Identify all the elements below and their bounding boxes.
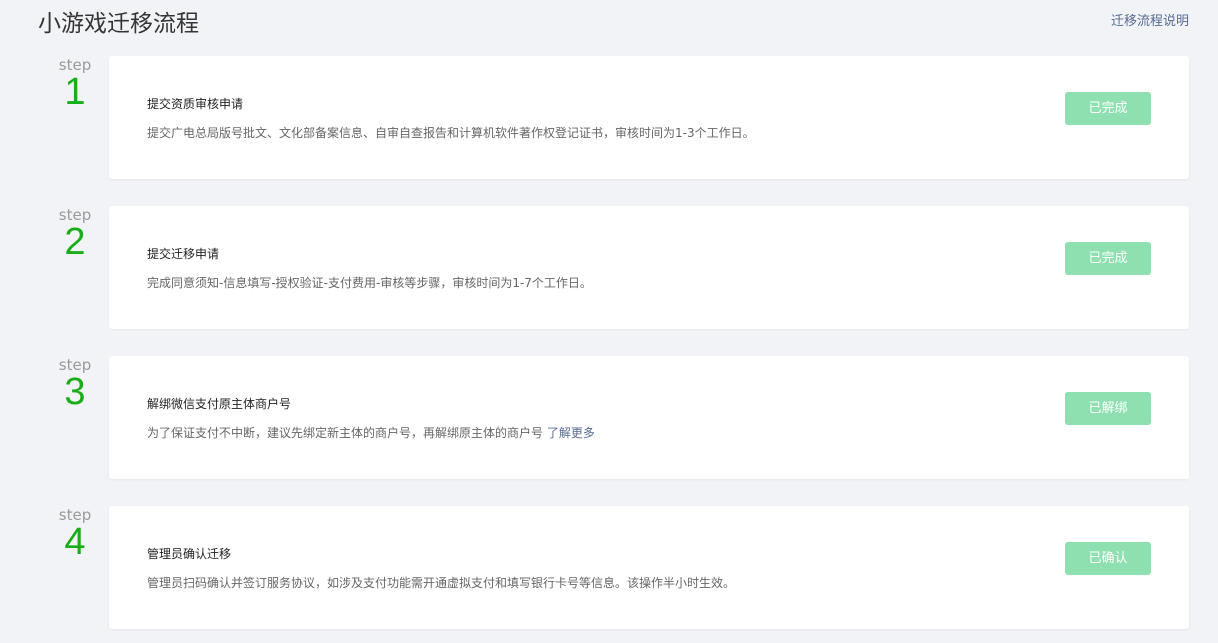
step-description: 管理员扫码确认并签订服务协议，如涉及支付功能需开通虚拟支付和填写银行卡号等信息。… [147, 575, 735, 591]
step-description: 为了保证支付不中断，建议先绑定新主体的商户号，再解绑原主体的商户号 了解更多 [147, 425, 595, 441]
step-row-1: step 1 提交资质审核申请 提交广电总局版号批文、文化部备案信息、自审自查报… [0, 56, 1218, 180]
learn-more-link[interactable]: 了解更多 [547, 426, 595, 440]
status-button[interactable]: 已确认 [1065, 542, 1151, 575]
step-row-2: step 2 提交迁移申请 完成同意须知-信息填写-授权验证-支付费用-审核等步… [0, 206, 1218, 330]
step-title: 提交资质审核申请 [147, 97, 244, 111]
step-title: 管理员确认迁移 [147, 547, 232, 561]
status-button[interactable]: 已解绑 [1065, 392, 1151, 425]
step-description: 提交广电总局版号批文、文化部备案信息、自审自查报告和计算机软件著作权登记证书，审… [147, 125, 755, 141]
status-button[interactable]: 已完成 [1065, 242, 1151, 275]
step-number: 2 [64, 221, 86, 263]
page-header: 小游戏迁移流程 迁移流程说明 [0, 0, 1218, 50]
step-title: 解绑微信支付原主体商户号 [147, 397, 292, 411]
step-card: 管理员确认迁移 管理员扫码确认并签订服务协议，如涉及支付功能需开通虚拟支付和填写… [109, 506, 1189, 629]
step-card: 提交资质审核申请 提交广电总局版号批文、文化部备案信息、自审自查报告和计算机软件… [109, 56, 1189, 179]
step-number: 3 [64, 371, 86, 413]
step-number: 1 [64, 71, 86, 113]
migration-help-link[interactable]: 迁移流程说明 [1111, 13, 1189, 31]
status-button[interactable]: 已完成 [1065, 92, 1151, 125]
step-description-text: 为了保证支付不中断，建议先绑定新主体的商户号，再解绑原主体的商户号 [147, 426, 544, 440]
step-card: 提交迁移申请 完成同意须知-信息填写-授权验证-支付费用-审核等步骤，审核时间为… [109, 206, 1189, 329]
step-description: 完成同意须知-信息填写-授权验证-支付费用-审核等步骤，审核时间为1-7个工作日… [147, 275, 592, 291]
step-row-4: step 4 管理员确认迁移 管理员扫码确认并签订服务协议，如涉及支付功能需开通… [0, 506, 1218, 630]
step-row-3: step 3 解绑微信支付原主体商户号 为了保证支付不中断，建议先绑定新主体的商… [0, 356, 1218, 480]
step-description-text: 提交广电总局版号批文、文化部备案信息、自审自查报告和计算机软件著作权登记证书，审… [147, 126, 755, 140]
step-number: 4 [64, 521, 86, 563]
migration-page: 小游戏迁移流程 迁移流程说明 step 1 提交资质审核申请 提交广电总局版号批… [0, 0, 1218, 643]
page-title: 小游戏迁移流程 [38, 11, 199, 37]
step-description-text: 管理员扫码确认并签订服务协议，如涉及支付功能需开通虚拟支付和填写银行卡号等信息。… [147, 576, 736, 590]
step-description-text: 完成同意须知-信息填写-授权验证-支付费用-审核等步骤，审核时间为1-7个工作日… [147, 276, 592, 290]
step-card: 解绑微信支付原主体商户号 为了保证支付不中断，建议先绑定新主体的商户号，再解绑原… [109, 356, 1189, 479]
step-title: 提交迁移申请 [147, 247, 220, 261]
